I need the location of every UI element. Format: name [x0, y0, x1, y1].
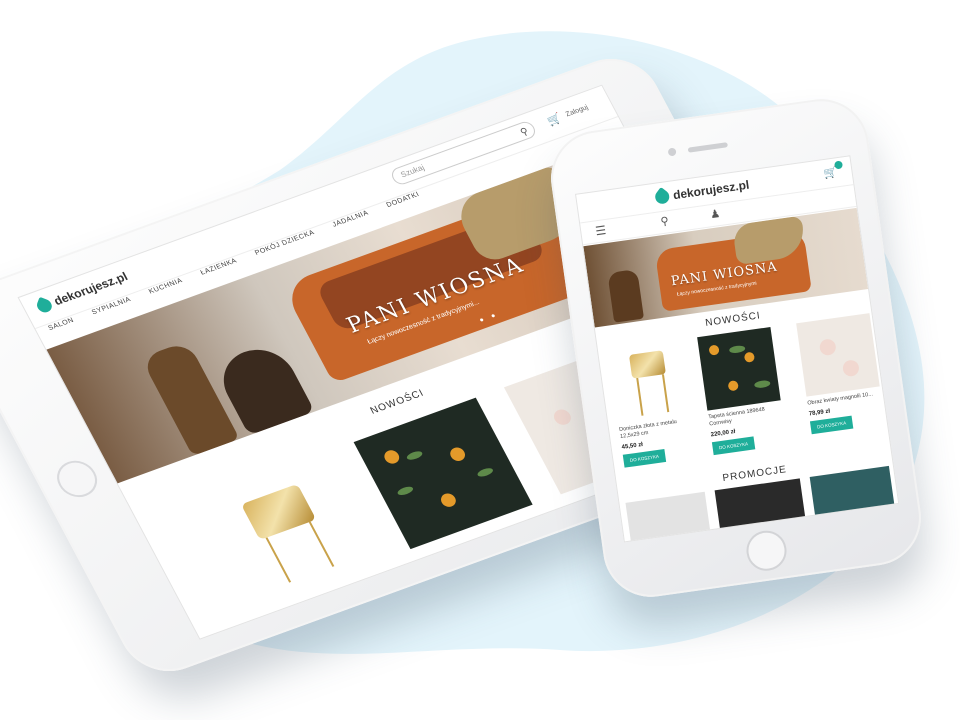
tablet-product-stool[interactable]	[212, 452, 383, 601]
logo-leaf-icon	[35, 296, 54, 315]
leaf-motif	[405, 449, 424, 462]
fruit-motif	[727, 380, 739, 392]
tablet-product-wallpaper[interactable]	[353, 397, 533, 550]
stool-top	[628, 350, 666, 379]
promo-tile-light[interactable]	[625, 491, 711, 543]
phone-home-button[interactable]	[743, 528, 790, 574]
cart-icon[interactable]: 🛒	[545, 111, 564, 127]
phone-device: dekorujesz.pl 🛒 ☰ ⚲ ♟ PANI WIOSNA Łączy …	[544, 93, 928, 603]
product-card[interactable]: Tapeta ścienna 189648 Cornwisy 220,00 zł…	[697, 327, 787, 456]
phone-screen: dekorujesz.pl 🛒 ☰ ⚲ ♟ PANI WIOSNA Łączy …	[574, 155, 900, 543]
fruit-motif	[438, 491, 459, 509]
product-image	[697, 327, 781, 411]
add-to-cart-button[interactable]: DO KOSZYKA	[622, 448, 667, 468]
stool-leg	[661, 374, 670, 413]
tablet-header-icons: 🛒 Zaloguj	[545, 101, 591, 128]
phone-logo-text: dekorujesz.pl	[672, 177, 751, 203]
product-image	[608, 339, 692, 424]
promo-tile-dark[interactable]	[714, 478, 806, 530]
add-to-cart-button[interactable]: DO KOSZYKA	[711, 436, 756, 456]
leaf-motif	[728, 344, 746, 354]
search-icon[interactable]: ⚲	[518, 124, 532, 141]
tablet-section-title: NOWOŚCI	[368, 387, 427, 417]
fruit-motif	[743, 351, 756, 363]
stool-leg	[636, 377, 644, 416]
tablet-search-placeholder: Szukaj	[399, 162, 426, 180]
hero-vase	[607, 269, 645, 323]
user-icon[interactable]: ♟	[709, 207, 720, 221]
product-image	[796, 313, 880, 397]
blossom-motif	[841, 359, 860, 378]
phone-logo[interactable]: dekorujesz.pl	[652, 177, 751, 207]
leaf-motif	[753, 379, 771, 389]
fruit-motif	[447, 445, 468, 463]
blossom-motif	[551, 407, 574, 428]
phone-camera	[667, 147, 677, 157]
phone-speaker	[687, 142, 728, 153]
stool-image	[240, 483, 317, 541]
blossom-motif	[818, 338, 837, 357]
fruit-motif	[381, 448, 402, 466]
leaf-motif	[396, 484, 415, 497]
promo-tile-teal[interactable]	[809, 465, 895, 517]
product-card[interactable]: Obraz kwiaty magnolii 10... 78,99 zł DO …	[796, 313, 885, 435]
hero-rattan-vase	[140, 340, 240, 456]
search-icon[interactable]: ⚲	[660, 214, 670, 228]
add-to-cart-button[interactable]: DO KOSZYKA	[809, 415, 854, 435]
stool-leg	[265, 537, 292, 583]
stool-leg	[308, 521, 335, 567]
cart-count-badge	[834, 160, 844, 170]
hamburger-menu-icon[interactable]: ☰	[594, 223, 607, 238]
product-card[interactable]: Doniczka złota z metalu 12,5x29 cm 45,50…	[608, 339, 698, 468]
logo-leaf-icon	[652, 186, 673, 207]
tablet-account-link[interactable]: Zaloguj	[565, 104, 590, 118]
leaf-motif	[476, 466, 495, 479]
fruit-motif	[708, 344, 720, 356]
